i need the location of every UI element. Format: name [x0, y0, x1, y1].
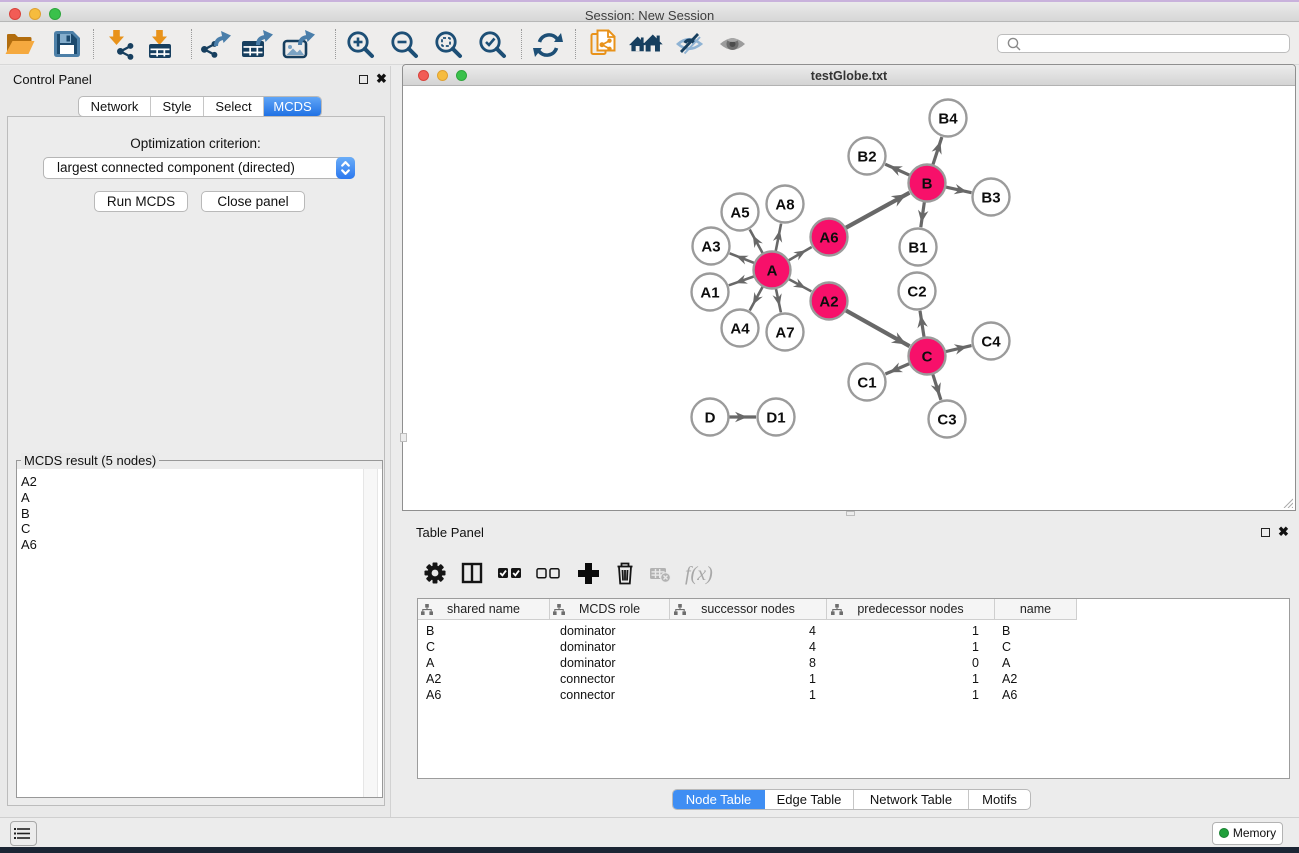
svg-text:A5: A5: [730, 205, 749, 222]
svg-text:B1: B1: [908, 240, 927, 257]
svg-text:C2: C2: [907, 284, 926, 301]
svg-text:C1: C1: [857, 375, 876, 392]
svg-text:B: B: [922, 176, 933, 193]
svg-text:A: A: [767, 263, 778, 280]
svg-text:A7: A7: [775, 325, 794, 342]
svg-text:A3: A3: [701, 239, 720, 256]
svg-text:B3: B3: [981, 190, 1000, 207]
svg-text:A6: A6: [819, 230, 838, 247]
svg-text:A2: A2: [819, 294, 838, 311]
svg-text:C: C: [922, 349, 933, 366]
svg-text:B2: B2: [857, 149, 876, 166]
svg-text:D: D: [705, 410, 716, 427]
svg-text:C3: C3: [937, 412, 956, 429]
svg-text:f(x): f(x): [685, 563, 713, 585]
svg-text:A1: A1: [700, 285, 719, 302]
svg-text:C4: C4: [981, 334, 1001, 351]
svg-text:D1: D1: [766, 410, 785, 427]
svg-text:A8: A8: [775, 197, 794, 214]
svg-text:A4: A4: [730, 321, 750, 338]
svg-text:B4: B4: [938, 111, 958, 128]
